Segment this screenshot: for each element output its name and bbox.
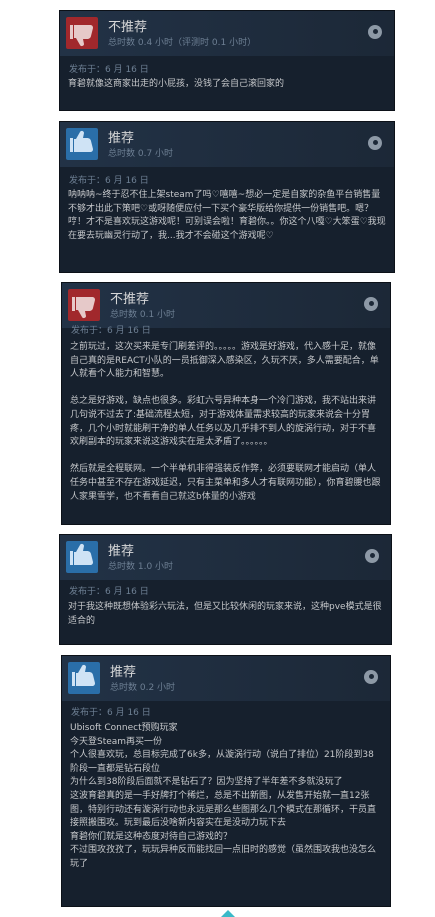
- scroll-indicator-icon: [221, 910, 235, 917]
- playtime-hours: 总时数 1.0 小时: [108, 562, 174, 572]
- steam-logo-icon: [368, 25, 382, 39]
- review-card[interactable]: 推荐 总时数 0.7 小时 发布于：6 月 16 日 呐呐呐~终于忍不住上架st…: [59, 121, 395, 273]
- thumbs-up-icon: [66, 541, 98, 573]
- playtime-hours: 总时数 0.1 小时: [110, 310, 176, 320]
- review-card[interactable]: 推荐 总时数 0.2 小时 发布于：6 月 16 日 Ubisoft Conne…: [61, 655, 391, 907]
- steam-logo-icon: [365, 549, 379, 563]
- review-paragraph: 之前玩过，这次买来是专门刷差评的。。。。。游戏是好游戏，代入感十足，就像自己真的…: [70, 342, 379, 380]
- review-verdict: 不推荐: [108, 20, 148, 35]
- review-paragraph: 呐呐呐~终于忍不住上架steam了吗♡嘻嘻~想必一定是自家的杂鱼平台销售量不够才…: [68, 190, 386, 241]
- thumbs-down-icon: [68, 289, 100, 321]
- review-line: 今天登Steam再买一份: [70, 736, 163, 747]
- posted-date: 发布于：6 月 16 日: [71, 708, 151, 718]
- steam-logo-icon: [364, 297, 378, 311]
- review-header: 不推荐 总时数 0.1 小时: [62, 283, 390, 328]
- playtime-hours: 总时数 0.7 小时: [108, 149, 174, 159]
- review-verdict: 推荐: [110, 665, 137, 680]
- thumbs-up-icon: [66, 128, 98, 160]
- posted-date: 发布于：6 月 16 日: [71, 326, 151, 336]
- review-header: 推荐 总时数 0.7 小时: [60, 122, 394, 167]
- review-line: 为什么到38阶段后面就不是钻石了？因为坚持了半年差不多就没玩了: [70, 777, 343, 788]
- review-paragraph: 总之是好游戏，缺点也很多。彩虹六号异种本身一个冷门游戏，我不站出来讲几句说不过去…: [70, 396, 377, 448]
- review-text: 呐呐呐~终于忍不住上架steam了吗♡嘻嘻~想必一定是自家的杂鱼平台销售量不够才…: [68, 189, 386, 243]
- review-verdict: 推荐: [108, 544, 135, 559]
- playtime-hours: 总时数 0.2 小时: [110, 683, 176, 693]
- posted-date: 发布于：6 月 16 日: [69, 176, 149, 186]
- review-card[interactable]: 推荐 总时数 1.0 小时 发布于：6 月 16 日 对于我这种既想体验彩六玩法…: [59, 534, 392, 645]
- review-text: 对于我这种既想体验彩六玩法，但是又比较休闲的玩家来说，这种pve模式是很适合的: [68, 601, 383, 628]
- review-verdict: 不推荐: [110, 292, 150, 307]
- review-text: 之前玩过，这次买来是专门刷差评的。。。。。游戏是好游戏，代入感十足，就像自己真的…: [70, 341, 382, 504]
- review-card[interactable]: 不推荐 总时数 0.1 小时 发布于：6 月 16 日 之前玩过，这次买来是专门…: [61, 282, 391, 525]
- thumbs-down-icon: [66, 17, 98, 49]
- review-header: 不推荐 总时数 0.4 小时（评测时 0.1 小时）: [60, 11, 394, 56]
- review-line: 不过围攻孜孜了，玩玩异种反而能找回一点旧时的感觉（虽然围攻我也没怎么玩了: [70, 845, 377, 869]
- review-text: Ubisoft Connect预购玩家 今天登Steam再买一份 个人很喜欢玩，…: [70, 722, 382, 872]
- review-paragraph: 对于我这种既想体验彩六玩法，但是又比较休闲的玩家来说，这种pve模式是很适合的: [68, 602, 382, 626]
- playtime-hours: 总时数 0.4 小时（评测时 0.1 小时）: [108, 38, 257, 48]
- review-line: 个人很喜欢玩，总目标完成了6k多，从漩涡行动（说白了排位）21阶段到38阶段一直…: [70, 750, 374, 774]
- posted-date: 发布于：6 月 16 日: [69, 65, 149, 75]
- review-card[interactable]: 不推荐 总时数 0.4 小时（评测时 0.1 小时） 发布于：6 月 16 日 …: [59, 10, 395, 111]
- steam-logo-icon: [368, 136, 382, 150]
- review-line: 这波育碧真的是一手好牌打个稀烂，总是不出新图，从发售开始就一直12张图，特别行动…: [70, 790, 377, 829]
- review-header: 推荐 总时数 1.0 小时: [60, 535, 391, 580]
- review-text: 育碧就像这商家出走的小屁孩，没钱了会自己滚回家的: [68, 78, 386, 92]
- review-line: Ubisoft Connect预购玩家: [70, 723, 178, 733]
- review-verdict: 推荐: [108, 131, 135, 146]
- review-line: 育碧你们就是这种态度对待自己游戏的？: [70, 831, 233, 842]
- thumbs-up-icon: [68, 662, 100, 694]
- steam-logo-icon: [364, 670, 378, 684]
- posted-date: 发布于：6 月 16 日: [69, 587, 149, 597]
- review-header: 推荐 总时数 0.2 小时: [62, 656, 390, 701]
- text-fade-overlay: [62, 876, 390, 906]
- review-paragraph: 育碧就像这商家出走的小屁孩，没钱了会自己滚回家的: [68, 79, 285, 89]
- text-fade-overlay: [62, 494, 390, 524]
